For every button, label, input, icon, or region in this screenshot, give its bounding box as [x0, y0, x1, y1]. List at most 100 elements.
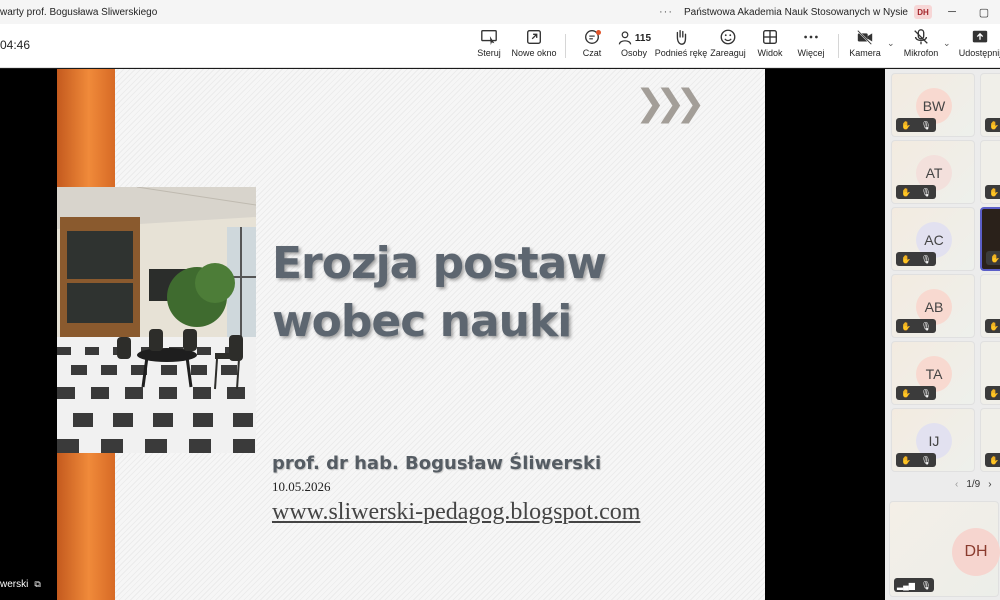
mic-muted-icon: 🎙: [920, 254, 932, 264]
participant-tile-partial[interactable]: ✋: [980, 341, 1000, 405]
camera-label: Kamera: [849, 48, 881, 58]
gallery-prev-chevron-icon[interactable]: ‹: [955, 479, 958, 490]
meeting-timer: 04:46: [0, 38, 31, 52]
self-avatar: DH: [952, 528, 1000, 576]
slide-title-line2: wobec nauki: [272, 296, 572, 347]
mic-muted-icon: 🎙: [920, 120, 932, 130]
control-label: Steruj: [477, 48, 501, 58]
raise-hand-label: Podnieś rękę: [654, 48, 708, 58]
mic-muted-icon: 🎙: [920, 321, 932, 331]
slide-title-line1: Erozja postaw: [272, 238, 607, 289]
react-label: Zareaguj: [710, 48, 746, 58]
signal-icon: ▂▄▆: [896, 580, 915, 590]
share-button[interactable]: Udostępnij: [958, 28, 1000, 64]
more-options-icon[interactable]: ···: [654, 6, 678, 18]
participant-status-bar: ✋: [985, 118, 1000, 132]
participant-status-bar: ✋: [985, 319, 1000, 333]
slide-date: 10.05.2026: [272, 479, 331, 494]
participant-tile[interactable]: TA ✋ 🎙: [891, 341, 975, 405]
camera-off-icon: [857, 30, 873, 45]
view-label: Widok: [757, 48, 783, 58]
raise-hand-icon: ✋: [900, 254, 911, 264]
react-button[interactable]: Zareaguj: [710, 28, 746, 64]
participant-tile-partial[interactable]: ✋: [980, 207, 1000, 271]
slide-arrows-icon: ❯❯❯: [635, 83, 705, 124]
raise-hand-icon: ✋: [900, 455, 911, 465]
maximize-button[interactable]: ▢: [968, 0, 1000, 24]
smiley-icon: [720, 29, 736, 45]
raise-hand-icon: ✋: [900, 388, 911, 398]
mic-muted-icon: 🎙: [920, 388, 932, 398]
participant-status-bar: ✋: [985, 185, 1000, 199]
raise-hand-icon: ✋: [989, 187, 999, 197]
participant-tile-partial[interactable]: ✋: [980, 73, 1000, 137]
grid-view-icon: [763, 30, 777, 44]
gallery-next-chevron-icon[interactable]: ›: [988, 479, 991, 490]
microphone-options-chevron-icon[interactable]: ⌄: [943, 38, 951, 49]
new-window-label: Nowe okno: [511, 48, 557, 58]
sharing-screen-icon: ⧉: [34, 579, 41, 589]
raise-hand-icon: ✋: [989, 388, 999, 398]
separator: [565, 34, 566, 58]
presenter-name: werski: [0, 579, 29, 590]
control-button[interactable]: Steruj: [476, 28, 502, 64]
share-label: Udostępnij: [958, 48, 1000, 58]
view-button[interactable]: Widok: [756, 28, 784, 64]
slide-url-link: www.sliwerski-pedagog.blogspot.com: [272, 499, 641, 525]
screen-control-icon: [481, 30, 497, 46]
participant-tile-partial[interactable]: ✋: [980, 274, 1000, 338]
participant-tile[interactable]: AB ✋ 🎙: [891, 274, 975, 338]
raise-hand-icon: ✋: [989, 120, 999, 130]
people-count: 115: [634, 32, 652, 44]
self-status-bar: ▂▄▆ 🎙: [894, 578, 934, 592]
participant-tile-partial[interactable]: ✋: [980, 140, 1000, 204]
raise-hand-icon: ✋: [990, 253, 1000, 263]
participant-status-bar: ✋ 🎙: [896, 319, 936, 333]
share-screen-icon: [972, 30, 988, 43]
people-label: Osoby: [620, 48, 647, 58]
organization-name[interactable]: Państwowa Akademia Nauk Stosowanych w Ny…: [678, 7, 914, 18]
people-button[interactable]: 115 Osoby: [616, 28, 652, 64]
mic-muted-icon: 🎙: [920, 455, 932, 465]
slide-author: prof. dr hab. Bogusław Śliwerski: [272, 453, 602, 474]
open-window-icon: [527, 30, 541, 44]
raise-hand-icon: ✋: [900, 187, 911, 197]
raise-hand-button[interactable]: Podnieś rękę: [654, 28, 708, 64]
raise-hand-icon: ✋: [989, 321, 999, 331]
hand-icon: [676, 30, 687, 45]
participant-tile-partial[interactable]: ✋: [980, 408, 1000, 472]
participant-tile[interactable]: AC ✋ 🎙: [891, 207, 975, 271]
new-window-button[interactable]: Nowe okno: [511, 28, 557, 64]
raise-hand-icon: ✋: [900, 120, 911, 130]
raise-hand-icon: ✋: [900, 321, 911, 331]
gallery-pager: ‹ 1/9 ›: [955, 479, 992, 490]
ellipsis-icon: [804, 35, 818, 39]
shared-screen-stage: ❯❯❯ Erozja postaw wobec nauki prof. dr h…: [0, 69, 885, 600]
camera-button[interactable]: Kamera: [848, 28, 882, 64]
more-label: Więcej: [797, 48, 825, 58]
classroom-photo: [57, 187, 256, 453]
classroom-illustration: [57, 187, 256, 453]
participants-gallery: BW ✋ 🎙 ✋ AT ✋ 🎙 ✋ AC ✋ 🎙 ✋ AB ✋ 🎙 ✋ TA ✋ 🎙 ✋ IJ ✋ 🎙 ✋ ‹ 1/9 › D…: [885, 69, 1000, 600]
participant-status-bar: ✋: [985, 386, 1000, 400]
microphone-off-icon: [914, 29, 928, 45]
camera-options-chevron-icon[interactable]: ⌄: [887, 38, 895, 49]
more-button[interactable]: Więcej: [797, 28, 825, 64]
chat-notification-dot: [596, 30, 601, 35]
window-title: warty prof. Bogusława Śliwerskiego: [0, 6, 158, 18]
participant-tile[interactable]: IJ ✋ 🎙: [891, 408, 975, 472]
mic-muted-icon: 🎙: [920, 187, 932, 197]
participant-status-bar: ✋: [985, 453, 1000, 467]
microphone-button[interactable]: Mikrofon: [902, 28, 940, 64]
participant-status-bar: ✋ 🎙: [896, 185, 936, 199]
slide-title: Erozja postaw wobec nauki: [272, 235, 607, 351]
account-avatar[interactable]: DH: [914, 5, 932, 19]
minimize-button[interactable]: ─: [936, 0, 968, 24]
gallery-page-indicator: 1/9: [966, 479, 981, 490]
participant-tile[interactable]: BW ✋ 🎙: [891, 73, 975, 137]
self-video-tile[interactable]: DH ▂▄▆ 🎙: [889, 501, 1000, 597]
participant-tile[interactable]: AT ✋ 🎙: [891, 140, 975, 204]
presenter-label: werski ⧉: [0, 579, 41, 590]
microphone-label: Mikrofon: [903, 48, 939, 58]
participant-status-bar: ✋ 🎙: [896, 252, 936, 266]
